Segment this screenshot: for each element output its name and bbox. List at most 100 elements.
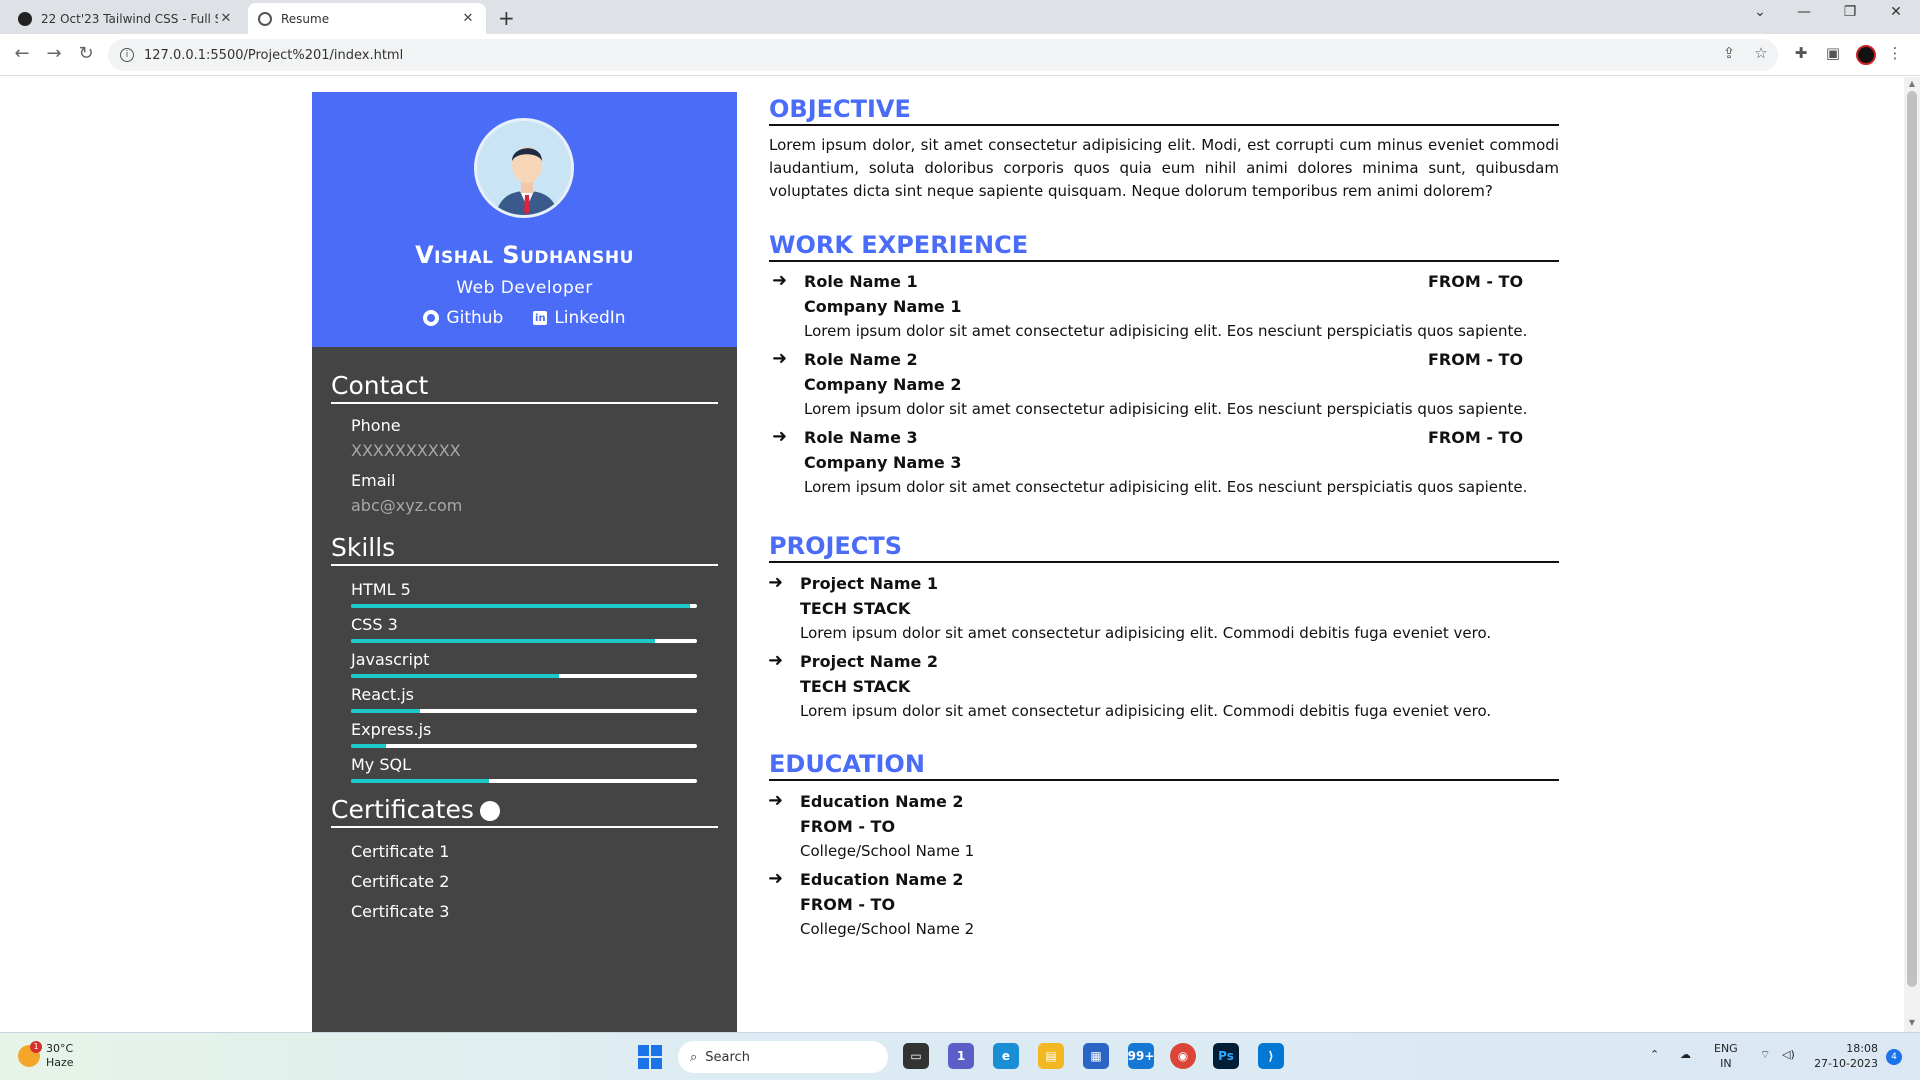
work-company: Company Name 1 <box>804 297 962 316</box>
show-hidden-icons-chevron-icon[interactable]: ⌃ <box>1650 1047 1659 1062</box>
skill-progress-fill <box>351 779 490 783</box>
photoshop-icon[interactable]: Ps <box>1213 1043 1239 1069</box>
site-info-icon[interactable]: i <box>120 48 134 62</box>
close-window-button[interactable]: ✕ <box>1876 4 1916 20</box>
skill-name: My SQL <box>351 755 412 774</box>
skill-progress-fill <box>351 709 421 713</box>
clock[interactable]: 18:08 27-10-2023 <box>1810 1041 1878 1071</box>
work-description: Lorem ipsum dolor sit amet consectetur a… <box>804 322 1528 340</box>
work-period: FROM - TO <box>1428 428 1524 447</box>
file-explorer-icon[interactable]: ▤ <box>1038 1043 1064 1069</box>
new-tab-button[interactable]: + <box>498 6 515 30</box>
tab-title: Resume <box>281 11 330 26</box>
education-school: College/School Name 2 <box>800 920 975 938</box>
project-tech-stack: TECH STACK <box>800 599 911 618</box>
right-arrow-icon: ➜ <box>772 270 788 291</box>
right-arrow-icon: ➜ <box>768 650 784 671</box>
skill-progress-bar <box>351 604 697 608</box>
side-panel-icon[interactable]: ▣ <box>1822 44 1844 62</box>
skill-progress-bar <box>351 709 697 713</box>
windows-logo-icon <box>638 1045 649 1056</box>
scrollbar-thumb[interactable] <box>1907 91 1917 987</box>
project-tech-stack: TECH STACK <box>800 677 911 696</box>
right-arrow-icon: ➜ <box>768 790 784 811</box>
tab-resume[interactable]: Resume ✕ <box>248 3 486 34</box>
volume-icon[interactable]: ◁) <box>1782 1047 1795 1062</box>
forward-button[interactable]: → <box>42 43 66 64</box>
clock-time: 18:08 <box>1846 1042 1878 1055</box>
wifi-icon[interactable]: ⌔ <box>1760 1047 1770 1062</box>
work-description: Lorem ipsum dolor sit amet consectetur a… <box>804 400 1528 418</box>
linkedin-link[interactable]: in LinkedIn <box>533 308 626 328</box>
scroll-down-arrow-icon[interactable]: ▼ <box>1904 1018 1920 1027</box>
project-description: Lorem ipsum dolor sit amet consectetur a… <box>800 624 1492 642</box>
education-name: Education Name 2 <box>800 792 964 811</box>
tab-search-chevron-icon[interactable]: ⌄ <box>1740 4 1780 20</box>
start-button[interactable] <box>638 1045 662 1069</box>
search-icon: ⌕ <box>690 1049 698 1065</box>
skill-name: Express.js <box>351 720 432 739</box>
close-tab-icon[interactable]: ✕ <box>460 11 476 26</box>
microsoft-store-icon[interactable]: ▦ <box>1083 1043 1109 1069</box>
minimize-button[interactable]: — <box>1784 4 1824 20</box>
restore-button[interactable]: ❐ <box>1830 4 1870 20</box>
edge-browser-icon[interactable]: e <box>993 1043 1019 1069</box>
taskbar-search-label: Search <box>705 1049 750 1065</box>
weather-desc: Haze <box>46 1056 74 1069</box>
address-bar[interactable]: i 127.0.0.1:5500/Project%201/index.html <box>108 39 1778 71</box>
extensions-icon[interactable]: ✚ <box>1790 44 1812 62</box>
work-role: Role Name 2 <box>804 350 918 369</box>
menu-kebab-icon[interactable]: ⋮ <box>1884 44 1906 62</box>
email-label: Email <box>351 471 396 490</box>
skill-name: Javascript <box>351 650 430 669</box>
education-period: FROM - TO <box>800 895 896 914</box>
teams-chat-icon[interactable]: 1 <box>948 1043 974 1069</box>
language-indicator[interactable]: ENG IN <box>1714 1041 1738 1071</box>
profile-role: Web Developer <box>456 278 593 298</box>
bookmark-star-icon[interactable]: ☆ <box>1750 44 1772 62</box>
skill-progress-bar <box>351 779 697 783</box>
site-favicon-icon <box>18 11 32 26</box>
taskbar-search[interactable]: ⌕ Search <box>678 1041 888 1073</box>
notification-count-badge[interactable]: 4 <box>1886 1049 1902 1065</box>
page-scrollbar[interactable]: ▲ ▼ <box>1904 77 1920 1032</box>
weather-widget[interactable]: 1 30°C Haze <box>18 1041 74 1070</box>
skill-progress-fill <box>351 674 559 678</box>
weather-temp: 30°C <box>46 1042 74 1055</box>
mail-icon[interactable]: 99+ <box>1128 1043 1154 1069</box>
project-name: Project Name 2 <box>800 652 939 671</box>
tab-tailwind[interactable]: 22 Oct'23 Tailwind CSS - Full Sta ✕ <box>8 3 244 34</box>
windows-taskbar: 1 30°C Haze ⌕ Search ▭ 1 e ▤ ▦ 99+ ◉ Ps … <box>0 1032 1920 1080</box>
work-description: Lorem ipsum dolor sit amet consectetur a… <box>804 478 1528 496</box>
globe-icon <box>258 11 272 26</box>
skill-progress-bar <box>351 674 697 678</box>
chrome-icon[interactable]: ◉ <box>1170 1043 1196 1069</box>
weather-sun-icon: 1 <box>18 1041 42 1067</box>
profile-name: Vishal Sudhanshu <box>415 241 634 269</box>
person-avatar-icon <box>495 147 559 215</box>
right-arrow-icon: ➜ <box>768 572 784 593</box>
right-arrow-icon: ➜ <box>772 348 788 369</box>
scroll-up-arrow-icon[interactable]: ▲ <box>1904 79 1920 88</box>
task-view-icon[interactable]: ▭ <box>903 1043 929 1069</box>
projects-heading: PROJECTS <box>769 532 1559 563</box>
share-icon[interactable]: ⇪ <box>1718 44 1740 62</box>
certificate-item: Certificate 1 <box>351 842 450 861</box>
work-period: FROM - TO <box>1428 350 1524 369</box>
certificate-item: Certificate 2 <box>351 872 450 891</box>
reload-button[interactable]: ↻ <box>74 43 98 64</box>
avatar <box>474 118 574 218</box>
work-company: Company Name 3 <box>804 453 962 472</box>
vscode-icon[interactable]: ⟩ <box>1258 1043 1284 1069</box>
skill-progress-fill <box>351 604 691 608</box>
profile-links: Github in LinkedIn <box>312 308 737 328</box>
back-button[interactable]: ← <box>10 43 34 64</box>
onedrive-cloud-icon[interactable]: ☁ <box>1680 1047 1691 1062</box>
education-school: College/School Name 1 <box>800 842 975 860</box>
language-top: ENG <box>1714 1042 1738 1055</box>
tab-strip: 22 Oct'23 Tailwind CSS - Full Sta ✕ Resu… <box>0 0 1920 34</box>
close-tab-icon[interactable]: ✕ <box>218 11 234 26</box>
skills-heading: Skills <box>331 533 718 566</box>
profile-avatar[interactable] <box>1856 45 1876 65</box>
github-link[interactable]: Github <box>423 308 503 328</box>
